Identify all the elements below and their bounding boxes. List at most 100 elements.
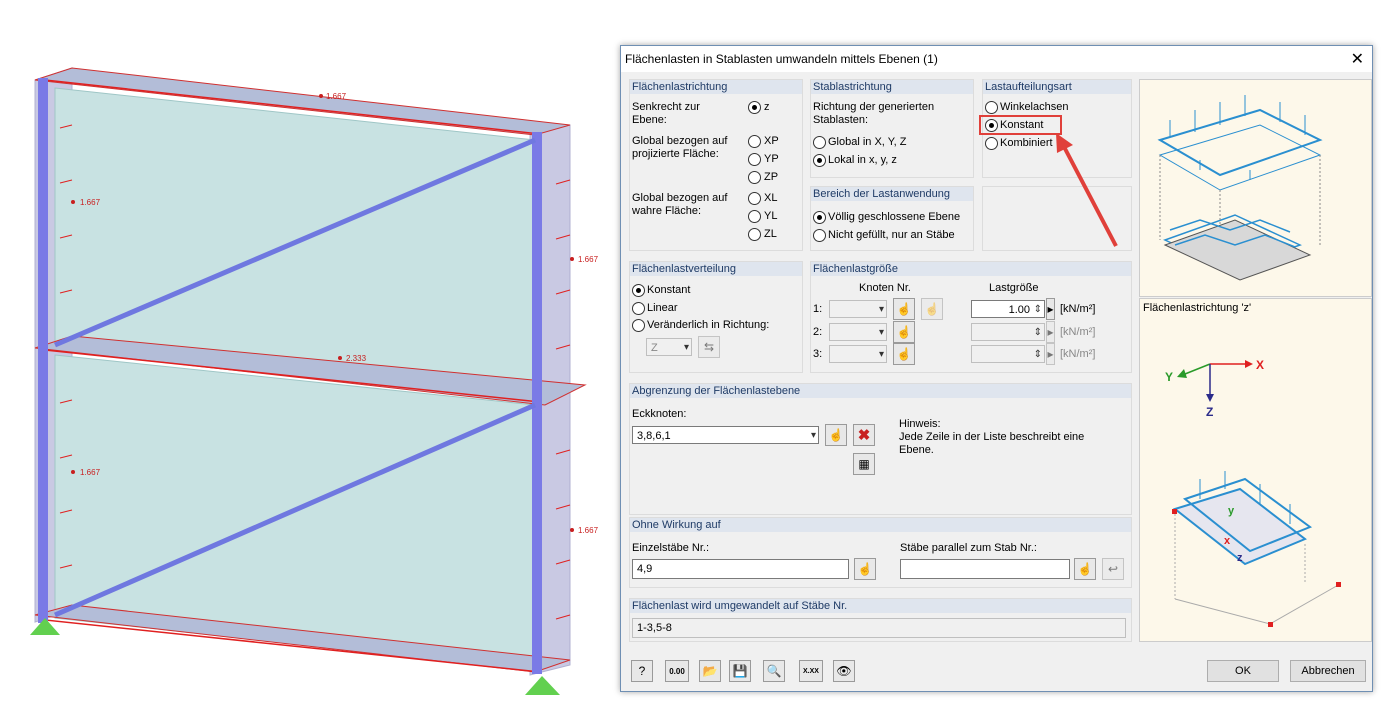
help-icon[interactable]: ?	[631, 660, 653, 682]
pick-eckknoten-button[interactable]: ☝	[825, 424, 847, 446]
radio-yp-label: YP	[764, 153, 779, 165]
local-z-label: z	[1237, 552, 1243, 564]
pick-node-button-3[interactable]: ☝	[893, 343, 915, 365]
eye-icon[interactable]: 👁	[833, 660, 855, 682]
spinner-icon[interactable]: ⇕	[1034, 301, 1042, 319]
radio-z[interactable]	[748, 101, 761, 114]
group-groesse: Flächenlastgröße Knoten Nr. Lastgröße 1:…	[810, 261, 1132, 373]
radio-vert-konstant[interactable]	[632, 284, 645, 297]
radio-nicht-gefuellt[interactable]	[813, 229, 826, 242]
group-header: Flächenlast wird umgewandelt auf Stäbe N…	[630, 599, 1131, 613]
load-label: 1.667	[578, 255, 599, 264]
local-y-label: y	[1228, 505, 1235, 517]
radio-vert-linear[interactable]	[632, 302, 645, 315]
radio-lokal-xyz[interactable]	[813, 154, 826, 167]
row-label: 3:	[813, 348, 823, 360]
direction-select[interactable]: Z ▾	[646, 338, 692, 356]
lastgroesse-input-2[interactable]: ⇕	[971, 323, 1045, 341]
close-icon[interactable]: ✕	[1351, 49, 1364, 69]
richtung-label: Richtung der generierten Stablasten:	[813, 101, 935, 126]
radio-global-xyz[interactable]	[813, 136, 826, 149]
axes-illustration: X Y Z y x z	[1165, 358, 1341, 627]
lastgroesse-input-1[interactable]: 1.00 ⇕	[971, 300, 1045, 318]
hinweis-text: Hinweis: Jede Zeile in der Liste beschre…	[899, 418, 1085, 456]
load-label: 2.333	[346, 354, 367, 363]
radio-z-label: z	[764, 101, 770, 113]
row-label: 1:	[813, 303, 823, 315]
cancel-button[interactable]: Abbrechen	[1290, 660, 1366, 682]
radio-zl[interactable]	[748, 228, 761, 241]
decimal-places-icon[interactable]: X.XX	[799, 660, 823, 682]
eckknoten-label: Eckknoten:	[632, 408, 687, 420]
senkrecht-label: Senkrecht zur Ebene:	[632, 101, 700, 126]
lastgroesse-input-3[interactable]: ⇕	[971, 345, 1045, 363]
spinner-icon[interactable]: ⇕	[1034, 324, 1042, 342]
umgewandelt-value: 1-3,5-8	[637, 622, 672, 634]
chevron-down-icon: ▾	[683, 342, 689, 353]
lastgroesse-value-1: 1.00	[1008, 304, 1030, 316]
radio-xl[interactable]	[748, 192, 761, 205]
knoten-header: Knoten Nr.	[859, 282, 911, 294]
pick-nodes-button[interactable]: ☝	[921, 298, 943, 320]
radio-vert-veraenderlich-label: Veränderlich in Richtung:	[647, 319, 770, 331]
delete-icon[interactable]: ✖	[853, 424, 875, 446]
model-viewport[interactable]: 1.667 1.667 1.667 2.333 1.667 1.667	[0, 0, 615, 710]
parallel-input[interactable]	[900, 559, 1070, 579]
chevron-down-icon: ▾	[878, 304, 884, 315]
spinner-icon[interactable]: ⇕	[1034, 346, 1042, 364]
pick-parallel-button[interactable]: ☝	[1074, 558, 1096, 580]
direction-pick-button[interactable]: ⇆	[698, 336, 720, 358]
eckknoten-value: 3,8,6,1	[637, 430, 671, 442]
radio-winkelachsen[interactable]	[985, 101, 998, 114]
global-proj-label: Global bezogen auf projizierte Fläche:	[632, 135, 728, 160]
eckknoten-select[interactable]: 3,8,6,1 ▾	[632, 426, 819, 444]
radio-nicht-label: Nicht gefüllt, nur an Stäbe	[828, 229, 955, 241]
radio-global-xyz-label: Global in X, Y, Z	[828, 136, 907, 148]
lastgroesse-arrow-button[interactable]: ▸	[1046, 298, 1055, 320]
pick-node-button-1[interactable]: ☝	[893, 298, 915, 320]
lastgroesse-arrow-button[interactable]: ▸	[1046, 321, 1055, 343]
group-abgrenzung: Abgrenzung der Flächenlastebene Eckknote…	[629, 383, 1132, 515]
lastgroesse-header: Lastgröße	[989, 282, 1039, 294]
dialog-titlebar: Flächenlasten in Stablasten umwandeln mi…	[621, 46, 1372, 72]
unit-label: [kN/m²]	[1060, 303, 1096, 315]
radio-zp[interactable]	[748, 171, 761, 184]
edit-parallel-button[interactable]: ↩	[1102, 558, 1124, 580]
radio-xl-label: XL	[764, 192, 778, 204]
radio-kombiniert[interactable]	[985, 137, 998, 150]
radio-vert-veraenderlich[interactable]	[632, 319, 645, 332]
pick-einzel-button[interactable]: ☝	[854, 558, 876, 580]
radio-voellig-geschlossen[interactable]	[813, 211, 826, 224]
search-icon[interactable]: 🔍	[763, 660, 785, 682]
load-label: 1.667	[80, 198, 101, 207]
calculator-icon[interactable]: 0.00	[665, 660, 689, 682]
einzel-input[interactable]: 4,9	[632, 559, 849, 579]
local-x-label: x	[1224, 535, 1231, 547]
radio-lokal-xyz-label: Lokal in x, y, z	[828, 154, 897, 166]
open-folder-icon[interactable]: 📂	[699, 660, 721, 682]
radio-voellig-label: Völlig geschlossene Ebene	[828, 211, 961, 223]
radio-winkelachsen-label: Winkelachsen	[1000, 101, 1069, 113]
lastgroesse-arrow-button[interactable]: ▸	[1046, 343, 1055, 365]
unit-label: [kN/m²]	[1060, 326, 1096, 338]
xxx-label: X.XX	[803, 667, 819, 675]
radio-yp[interactable]	[748, 153, 761, 166]
table-import-button[interactable]: ▦	[853, 453, 875, 475]
pick-node-button-2[interactable]: ☝	[893, 321, 915, 343]
radio-yl[interactable]	[748, 210, 761, 223]
preview-caption: Flächenlastrichtung 'z'	[1143, 302, 1252, 314]
highlight-box	[979, 115, 1062, 135]
chevron-down-icon: ▾	[878, 349, 884, 360]
group-header: Lastaufteilungsart	[983, 80, 1131, 94]
group-umgewandelt: Flächenlast wird umgewandelt auf Stäbe N…	[629, 598, 1132, 642]
chevron-down-icon: ▾	[878, 327, 884, 338]
knoten-select-3[interactable]: ▾	[829, 345, 887, 363]
save-icon[interactable]: 💾	[729, 660, 751, 682]
radio-xp[interactable]	[748, 135, 761, 148]
radio-zl-label: ZL	[764, 228, 777, 240]
knoten-select-2[interactable]: ▾	[829, 323, 887, 341]
knoten-select-1[interactable]: ▾	[829, 300, 887, 318]
radio-yl-label: YL	[764, 210, 778, 222]
global-wahr-label: Global bezogen auf wahre Fläche:	[632, 192, 728, 217]
ok-button[interactable]: OK	[1207, 660, 1279, 682]
